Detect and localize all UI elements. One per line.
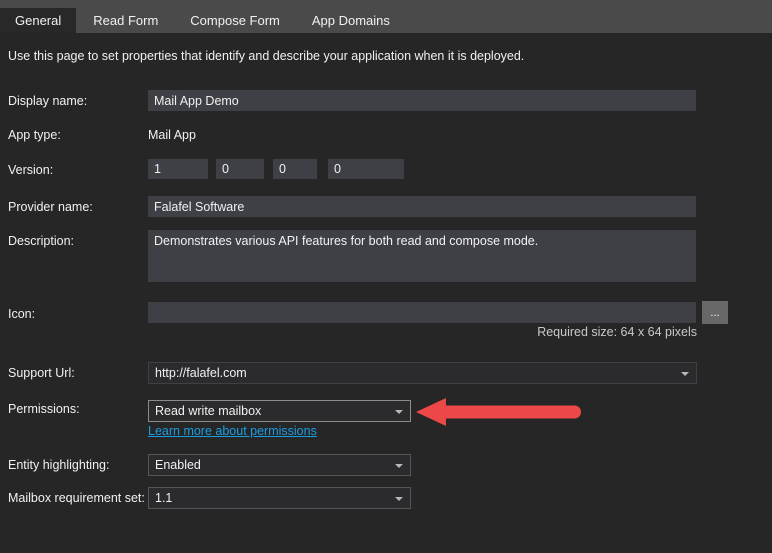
provider-name-label: Provider name: (8, 200, 93, 214)
icon-path-input[interactable] (148, 302, 696, 323)
version-minor-input[interactable] (216, 159, 264, 179)
display-name-label: Display name: (8, 94, 88, 108)
app-type-label: App type: (8, 128, 61, 142)
chevron-down-icon[interactable] (395, 464, 403, 468)
version-label: Version: (8, 163, 54, 177)
support-url-value: http://falafel.com (155, 366, 247, 380)
tab-general[interactable]: General (0, 8, 77, 33)
chevron-down-icon[interactable] (395, 497, 403, 501)
entity-highlighting-combobox[interactable]: Enabled (148, 454, 411, 476)
tab-bar: General Read Form Compose Form App Domai… (0, 0, 772, 33)
tab-compose-form[interactable]: Compose Form (175, 8, 295, 33)
description-textarea[interactable]: Demonstrates various API features for bo… (148, 230, 696, 282)
page-description: Use this page to set properties that ide… (8, 49, 525, 63)
manifest-designer-page: General Read Form Compose Form App Domai… (0, 0, 772, 553)
icon-label: Icon: (8, 307, 36, 321)
permissions-label: Permissions: (8, 402, 80, 416)
entity-highlighting-value: Enabled (155, 458, 201, 472)
mailbox-requirement-set-value: 1.1 (155, 491, 173, 505)
chevron-down-icon[interactable] (395, 410, 403, 414)
support-url-label: Support Url: (8, 366, 75, 380)
version-revision-input[interactable] (328, 159, 404, 179)
chevron-down-icon[interactable] (681, 372, 689, 376)
version-major-input[interactable] (148, 159, 208, 179)
display-name-input[interactable] (148, 90, 696, 111)
learn-more-permissions-link[interactable]: Learn more about permissions (148, 424, 317, 438)
red-annotation-arrow-icon (416, 398, 581, 426)
version-build-input[interactable] (273, 159, 317, 179)
icon-size-hint: Required size: 64 x 64 pixels (537, 325, 697, 339)
permissions-combobox[interactable]: Read write mailbox (148, 400, 411, 422)
description-label: Description: (8, 234, 74, 248)
entity-highlighting-label: Entity highlighting: (8, 458, 110, 472)
tab-read-form[interactable]: Read Form (78, 8, 173, 33)
permissions-value: Read write mailbox (155, 404, 262, 418)
app-type-value: Mail App (148, 128, 196, 142)
support-url-combobox[interactable]: http://falafel.com (148, 362, 697, 384)
icon-browse-button[interactable]: ... (702, 301, 728, 324)
mailbox-requirement-set-combobox[interactable]: 1.1 (148, 487, 411, 509)
mailbox-requirement-set-label: Mailbox requirement set: (8, 491, 145, 505)
provider-name-input[interactable] (148, 196, 696, 217)
tab-app-domains[interactable]: App Domains (297, 8, 405, 33)
